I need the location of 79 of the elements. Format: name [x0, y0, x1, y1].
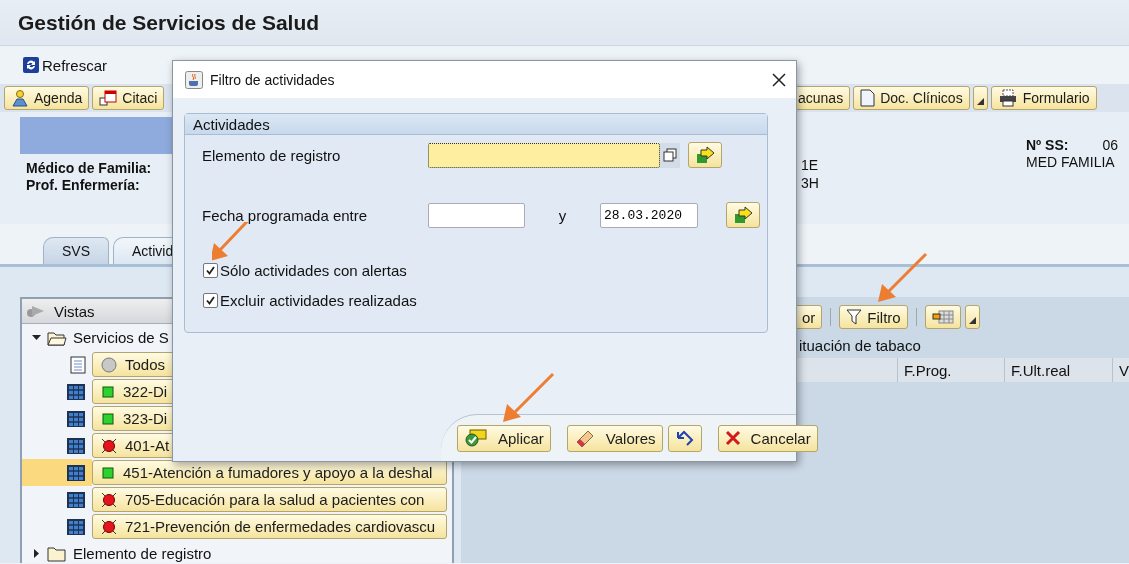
column-header[interactable]: V — [1112, 358, 1129, 382]
panel-title: Vistas — [54, 302, 95, 320]
caret-icon — [968, 317, 976, 324]
cancel-button[interactable]: Cancelar — [717, 424, 818, 452]
forward-button[interactable] — [688, 142, 722, 168]
field-value: 06 — [1102, 137, 1119, 153]
menu-button[interactable] — [964, 305, 980, 329]
group-title: Actividades — [193, 115, 270, 133]
window-title: Gestión de Servicios de Salud — [18, 10, 320, 35]
person-icon — [11, 89, 29, 107]
cancel-icon — [724, 430, 741, 446]
checkbox-label[interactable]: Sólo actividades con alertas — [220, 261, 407, 279]
cup-icon — [185, 70, 203, 89]
refresh-icon — [22, 56, 40, 74]
forward-button[interactable] — [726, 202, 760, 228]
table-icon — [66, 382, 86, 401]
toolbar-button[interactable]: Citaci — [92, 86, 165, 110]
layout-button[interactable] — [924, 305, 961, 329]
field-value: 1E — [801, 156, 820, 174]
checkbox[interactable] — [203, 292, 218, 308]
tree-node[interactable]: Elemento de registro — [73, 545, 212, 562]
document-icon — [860, 89, 876, 107]
input-field[interactable] — [428, 142, 660, 168]
toolbar-button[interactable]: Filtro — [839, 305, 908, 329]
field-label: Nº SS: — [1026, 137, 1069, 153]
date-field[interactable]: 28.03.2020 — [600, 202, 698, 228]
table-icon — [66, 463, 86, 482]
open-folder-icon — [47, 329, 67, 346]
copy-icon — [663, 148, 677, 162]
tree-item[interactable]: 451-Atención a fumadores y apoyo a la deshal — [92, 460, 447, 485]
list-icon — [70, 355, 86, 374]
views-icon — [26, 303, 46, 319]
table-caption: ituación de tabaco — [799, 337, 921, 354]
tree-row[interactable]: 721-Prevención de enfermedades cardiovascu — [22, 513, 452, 540]
tree-item[interactable]: 721-Prevención de enfermedades cardiovascu — [92, 514, 447, 539]
values-button[interactable]: Valores — [566, 424, 663, 452]
undo-button[interactable] — [667, 424, 702, 452]
toolbar-button[interactable]: Agenda — [4, 86, 90, 110]
printer-icon — [997, 89, 1018, 107]
arrow-icon — [733, 206, 753, 224]
arrow-icon — [695, 146, 715, 164]
field-label: Elemento de registro — [202, 146, 342, 164]
field-label: Médico de Familia: — [26, 160, 153, 177]
column-header[interactable]: F.Ult.real — [1004, 358, 1112, 382]
caret-icon — [976, 98, 984, 105]
checkbox-label[interactable]: Excluir actividades realizadas — [220, 291, 417, 309]
folder-icon — [47, 545, 67, 562]
field-value: MED FAMILIA — [1026, 154, 1116, 171]
toolbar-button[interactable]: Formulario — [990, 86, 1097, 110]
table-icon — [66, 409, 86, 428]
copy-button[interactable] — [660, 142, 680, 168]
table-icon — [66, 490, 86, 509]
tree-node[interactable]: Servicios de S — [73, 329, 169, 346]
date-field[interactable] — [428, 202, 525, 228]
field-label: Fecha programada entre — [202, 206, 369, 224]
undo-icon — [674, 429, 695, 447]
tree-row[interactable]: 705-Educación para la salud a pacientes con — [22, 486, 452, 513]
tab[interactable]: SVS — [43, 237, 109, 264]
tree-item[interactable]: 705-Educación para la salud a pacientes con — [92, 487, 447, 512]
toolbar-button[interactable]: Doc. Clínicos — [853, 86, 970, 110]
checkbox[interactable] — [203, 262, 218, 278]
check-icon — [464, 429, 488, 447]
column-header[interactable]: F.Prog. — [897, 358, 1004, 382]
expand-icon[interactable] — [32, 549, 41, 558]
refresh-button[interactable]: Refrescar — [22, 56, 108, 74]
table-icon — [66, 436, 86, 455]
table-icon — [66, 517, 86, 536]
collapse-icon[interactable] — [32, 333, 41, 342]
dialog-title: Filtro de actividades — [210, 71, 336, 88]
menu-button[interactable] — [972, 86, 988, 110]
apply-button[interactable]: Aplicar — [457, 424, 551, 452]
filter-icon — [846, 309, 863, 325]
field-value: 3H — [801, 174, 820, 192]
close-icon[interactable] — [772, 72, 786, 87]
field-label: Prof. Enfermería: — [26, 177, 141, 194]
grid-icon — [931, 310, 954, 324]
status-icon — [101, 356, 117, 373]
field-label: y — [557, 206, 568, 224]
calendar-icon — [99, 89, 118, 107]
